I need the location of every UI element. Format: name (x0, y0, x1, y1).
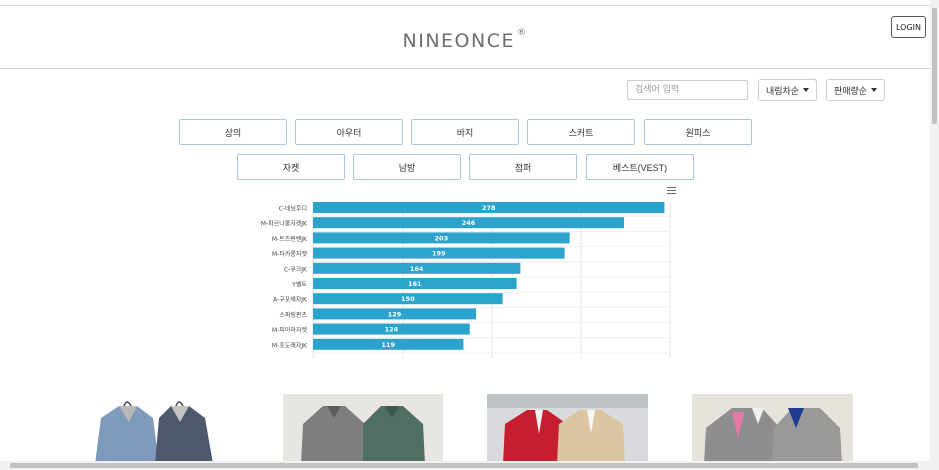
product-thumbnail-1[interactable] (79, 394, 239, 464)
product-thumbnail-3[interactable] (487, 394, 648, 464)
logo-registered-mark: ® (516, 28, 528, 38)
site-header: NINEONCE ® LOGIN (0, 6, 930, 69)
sales-bar-chart: C-데님후디 278 M-파르나울자켓JK 246 M-트즈핀밴JK 203 M-타카롱자켓… (261, 202, 671, 358)
category-button-shirt[interactable]: 남방 (353, 154, 461, 180)
category-button-skirt[interactable]: 스커트 (527, 119, 635, 145)
search-input[interactable] (627, 80, 748, 100)
product-image-3 (487, 394, 648, 464)
sort-order-label: 내림차순 (765, 86, 800, 97)
chart-category-label: M-피아마자켓 (272, 326, 307, 334)
site-logo[interactable]: NINEONCE ® (0, 28, 930, 52)
chart-category-label: A-구포헤자JK (273, 296, 308, 304)
chart-category-label: M-파르나울자켓JK (261, 220, 308, 228)
chevron-down-icon (803, 88, 810, 92)
chart-category-label: Y벨트 (291, 281, 307, 289)
chart-category-label: M-포도래자JK (272, 341, 308, 349)
chart-category-label: C-쿠크JK (284, 266, 308, 273)
chart-category-label: 스퍼링판츠 (279, 311, 307, 319)
product-thumbnail-2[interactable] (283, 394, 443, 464)
logo-text: NINEONCE (402, 30, 515, 52)
category-button-outer[interactable]: 아우터 (295, 119, 403, 145)
vertical-scrollbar[interactable] (930, 0, 939, 470)
chart-value-label: 129 (388, 310, 402, 318)
category-button-pants[interactable]: 바지 (411, 119, 519, 145)
sort-field-dropdown[interactable]: 판매량순 (826, 79, 885, 101)
product-image-4 (692, 394, 853, 464)
chart-value-label: 124 (385, 326, 399, 334)
chart-value-label: 203 (435, 234, 449, 242)
sort-order-dropdown[interactable]: 내림차순 (758, 79, 817, 101)
category-button-top[interactable]: 상의 (179, 119, 287, 145)
product-thumbnail-4[interactable] (692, 394, 853, 464)
chart-value-label: 199 (432, 250, 446, 258)
login-button[interactable]: LOGIN (891, 16, 926, 38)
sort-field-label: 판매량순 (833, 86, 868, 97)
chart-value-label: 278 (482, 204, 496, 212)
chart-value-label: 161 (408, 280, 422, 288)
chart-value-label: 246 (462, 219, 476, 227)
chart-category-label: C-데님후디 (279, 205, 307, 213)
category-button-jacket[interactable]: 자켓 (237, 154, 345, 180)
horizontal-scrollbar[interactable] (0, 461, 930, 470)
chart-category-label: M-타카롱자켓 (272, 250, 307, 258)
category-button-jumper[interactable]: 점퍼 (469, 154, 577, 180)
chart-value-label: 150 (401, 295, 415, 303)
hamburger-menu-icon[interactable] (667, 187, 676, 194)
chevron-down-icon (871, 88, 878, 92)
chart-value-label: 119 (381, 341, 395, 349)
chart-value-label: 164 (410, 265, 424, 273)
category-button-vest[interactable]: 베스트(VEST) (586, 154, 694, 180)
chart-category-label: M-트즈핀밴JK (272, 235, 308, 243)
product-image-2 (283, 394, 443, 464)
product-image-1 (79, 394, 239, 464)
category-button-onepiece[interactable]: 원피스 (644, 119, 752, 145)
